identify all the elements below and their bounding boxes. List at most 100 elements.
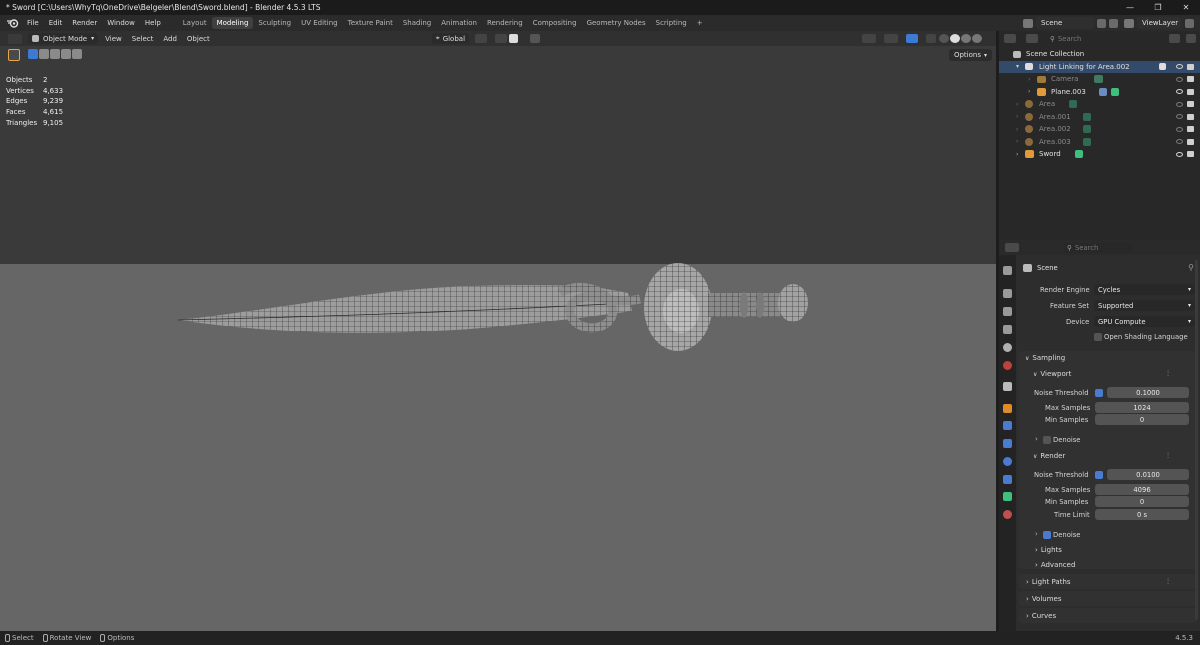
overlays-icon[interactable]: [906, 34, 918, 43]
maximize-button[interactable]: ❐: [1144, 0, 1172, 15]
camera-render-icon[interactable]: [1187, 151, 1194, 158]
menu-window[interactable]: Window: [102, 19, 140, 27]
snap-icon[interactable]: [495, 34, 508, 43]
light-paths-header[interactable]: › Light Paths: [1026, 578, 1071, 586]
properties-editor-icon[interactable]: [1005, 243, 1019, 252]
eye-icon[interactable]: [1176, 89, 1183, 95]
chevron-right-icon[interactable]: ›: [1035, 435, 1038, 443]
eye-icon[interactable]: [1176, 126, 1183, 132]
shading-material-icon[interactable]: [961, 34, 971, 43]
new-viewlayer-icon[interactable]: [1185, 18, 1194, 28]
render-noise-threshold-field[interactable]: 0.0100: [1107, 469, 1189, 480]
eye-icon[interactable]: [1176, 139, 1183, 145]
xray-icon[interactable]: [926, 34, 936, 43]
volumes-header[interactable]: › Volumes: [1026, 595, 1062, 603]
curves-header[interactable]: › Curves: [1026, 612, 1056, 620]
eye-icon[interactable]: [1176, 76, 1183, 82]
select-tool-icon[interactable]: [8, 49, 20, 61]
viewport-noise-threshold-checkbox[interactable]: [1095, 389, 1103, 397]
viewport-max-samples-field[interactable]: 1024: [1095, 402, 1189, 413]
feature-set-dropdown[interactable]: Supported ▾: [1094, 300, 1195, 311]
tab-texture-paint[interactable]: Texture Paint: [343, 17, 398, 29]
expand-arrow-icon[interactable]: ›: [1016, 126, 1018, 133]
menu-file[interactable]: File: [22, 19, 44, 27]
render-engine-dropdown[interactable]: Cycles ▾: [1094, 284, 1195, 295]
chevron-right-icon[interactable]: ›: [1035, 530, 1038, 538]
object-mode-dropdown[interactable]: Object Mode ▾: [28, 33, 99, 44]
particles-tab-icon[interactable]: [1003, 439, 1012, 448]
pivot-point-icon[interactable]: [475, 34, 488, 43]
tab-compositing[interactable]: Compositing: [528, 17, 582, 29]
render-min-samples-field[interactable]: 0: [1095, 496, 1189, 507]
expand-arrow-icon[interactable]: ▾: [1016, 63, 1019, 70]
expand-arrow-icon[interactable]: ›: [1016, 138, 1018, 145]
outliner-item[interactable]: ▾ Light Linking for Area.002: [999, 60, 1200, 73]
camera-render-icon[interactable]: [1187, 76, 1194, 83]
outliner-item[interactable]: › Area.002: [999, 123, 1200, 136]
viewport-denoise-checkbox[interactable]: [1043, 436, 1051, 444]
new-scene-icon[interactable]: [1097, 18, 1106, 28]
delete-scene-icon[interactable]: [1109, 18, 1118, 28]
properties-scrollbar[interactable]: [1195, 260, 1198, 620]
new-collection-icon[interactable]: [1186, 34, 1196, 43]
3d-viewport[interactable]: Object Mode ▾ View Select Add Object ⌖ G…: [0, 31, 996, 631]
tab-layout[interactable]: Layout: [178, 17, 212, 29]
transform-orientation-dropdown[interactable]: ⌖ Global: [431, 33, 470, 44]
expand-arrow-icon[interactable]: ›: [1028, 88, 1030, 95]
outliner-item[interactable]: › Sword: [999, 148, 1200, 161]
camera-render-icon[interactable]: [1187, 126, 1194, 133]
tab-rendering[interactable]: Rendering: [482, 17, 528, 29]
shading-wireframe-icon[interactable]: [939, 34, 949, 43]
menu-edit[interactable]: Edit: [44, 19, 68, 27]
render-max-samples-field[interactable]: 4096: [1095, 484, 1189, 495]
viewport-menu-object[interactable]: Object: [187, 35, 210, 43]
world-tab-icon[interactable]: [1003, 361, 1012, 370]
visibility-icon[interactable]: [862, 34, 876, 43]
lights-subpanel-header[interactable]: › Lights: [1035, 546, 1062, 554]
minimize-button[interactable]: —: [1116, 0, 1144, 15]
tab-shading[interactable]: Shading: [398, 17, 436, 29]
data-tab-icon[interactable]: [1003, 492, 1012, 501]
outliner-root[interactable]: Scene Collection: [999, 48, 1200, 61]
presets-icon[interactable]: ⫶: [1167, 369, 1169, 379]
scene-tab-icon[interactable]: [1003, 343, 1012, 352]
render-subpanel-header[interactable]: ∨ Render: [1033, 452, 1065, 460]
device-dropdown[interactable]: GPU Compute ▾: [1094, 316, 1195, 327]
outliner-item[interactable]: › Area: [999, 98, 1200, 111]
viewport-subpanel-header[interactable]: ∨ Viewport: [1033, 370, 1071, 378]
camera-render-icon[interactable]: [1187, 88, 1194, 95]
modifier-tab-icon[interactable]: [1003, 421, 1012, 430]
proportional-edit-icon[interactable]: [530, 34, 541, 43]
camera-render-icon[interactable]: [1187, 63, 1194, 70]
tab-uv-editing[interactable]: UV Editing: [296, 17, 343, 29]
editor-type-icon[interactable]: [8, 33, 22, 44]
expand-arrow-icon[interactable]: ›: [1016, 113, 1018, 120]
select-intersect-icon[interactable]: [72, 49, 82, 59]
select-new-icon[interactable]: [28, 49, 38, 59]
viewport-menu-view[interactable]: View: [105, 35, 122, 43]
properties-search-input[interactable]: ⚲ Search: [1063, 242, 1133, 253]
tab-modeling[interactable]: Modeling: [211, 17, 254, 29]
outliner-search-input[interactable]: ⚲ Search: [1046, 33, 1112, 44]
collection-tab-icon[interactable]: [1003, 382, 1012, 391]
advanced-subpanel-header[interactable]: › Advanced: [1035, 561, 1075, 569]
pin-icon[interactable]: ⚲: [1188, 263, 1194, 272]
shading-rendered-icon[interactable]: [972, 34, 982, 43]
camera-render-icon[interactable]: [1187, 101, 1194, 108]
outliner-item[interactable]: › Area.001: [999, 111, 1200, 124]
viewport-menu-add[interactable]: Add: [163, 35, 177, 43]
object-tab-icon[interactable]: [1003, 404, 1012, 413]
render-noise-threshold-checkbox[interactable]: [1095, 471, 1103, 479]
viewport-options-button[interactable]: Options ▾: [948, 49, 992, 61]
outliner-editor-icon[interactable]: [1004, 34, 1016, 43]
viewport-menu-select[interactable]: Select: [132, 35, 154, 43]
sword-mesh[interactable]: [0, 31, 996, 631]
filter-icon[interactable]: [1169, 34, 1180, 43]
expand-arrow-icon[interactable]: ›: [1016, 101, 1018, 108]
tab-scripting[interactable]: Scripting: [651, 17, 692, 29]
scene-selector[interactable]: Scene: [1036, 17, 1094, 29]
outliner-item[interactable]: › Area.003: [999, 136, 1200, 149]
exclude-checkbox[interactable]: [1159, 63, 1166, 71]
presets-icon[interactable]: ⫶: [1167, 451, 1169, 461]
osl-checkbox[interactable]: [1094, 333, 1102, 341]
